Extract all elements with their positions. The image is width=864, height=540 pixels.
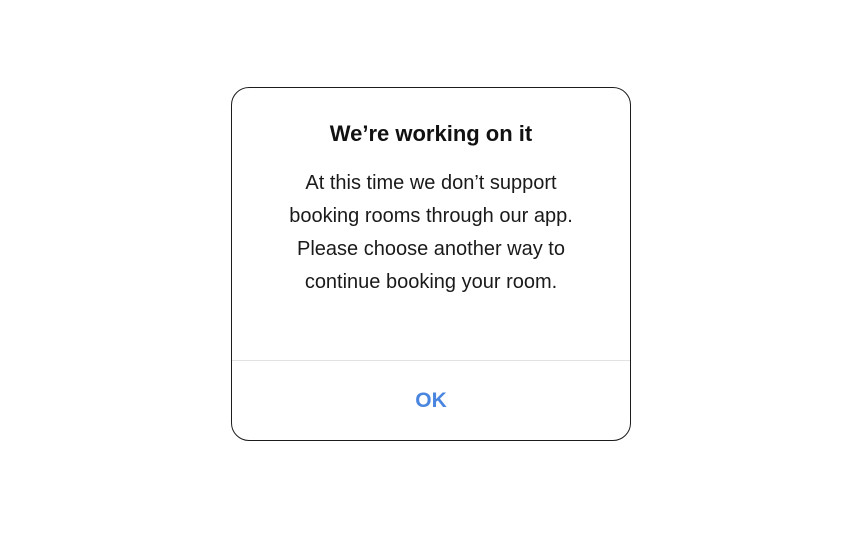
dialog-message-line: At this time we don’t support [305, 172, 557, 194]
dialog-content: We’re working on it At this time we don’… [232, 88, 630, 360]
ok-button[interactable]: OK [232, 361, 630, 440]
dialog-message: At this time we don’t support booking ro… [261, 167, 601, 299]
dialog-message-line: Please choose another way to [297, 238, 565, 260]
alert-dialog: We’re working on it At this time we don’… [231, 87, 631, 441]
screen: We’re working on it At this time we don’… [0, 0, 864, 540]
dialog-message-line: booking rooms through our app. [289, 205, 573, 227]
dialog-message-line: continue booking your room. [304, 271, 558, 293]
dialog-title: We’re working on it [329, 121, 533, 146]
